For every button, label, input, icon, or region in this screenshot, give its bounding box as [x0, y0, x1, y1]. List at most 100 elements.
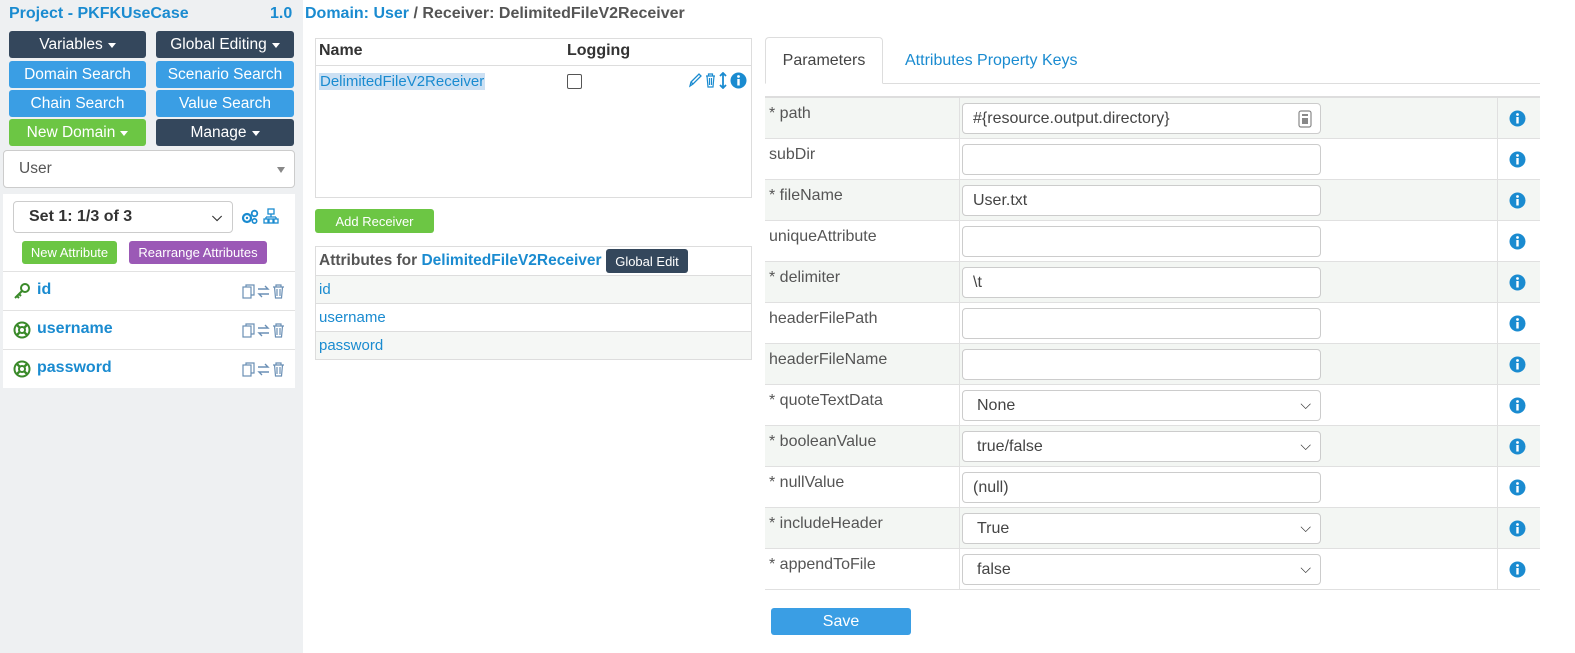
info-icon[interactable] — [730, 72, 747, 89]
param-row-headerfilepath: headerFilePath — [765, 303, 1540, 344]
attribute-row[interactable]: username — [3, 310, 295, 349]
attribute-row[interactable]: password — [3, 349, 295, 388]
info-icon[interactable] — [1509, 561, 1526, 578]
chevron-down-icon: ⌵ — [1300, 560, 1311, 576]
project-version: 1.0 — [270, 5, 293, 22]
attribute-link[interactable]: username — [316, 304, 751, 332]
add-receiver-button[interactable]: Add Receiver — [315, 209, 434, 233]
path-input[interactable]: #{resource.output.directory} — [962, 103, 1321, 134]
logging-checkbox[interactable] — [567, 74, 582, 89]
set-select-value: Set 1: 1/3 of 3 — [29, 208, 133, 225]
tab-parameters[interactable]: Parameters — [765, 37, 883, 84]
lifebuoy-icon — [13, 360, 31, 378]
chevron-down-icon: ⌵ — [1300, 437, 1311, 453]
new-domain-label: New Domain — [26, 123, 116, 141]
gears-icon[interactable] — [241, 209, 259, 225]
param-row-includeheader: * includeHeader True ⌵ — [765, 508, 1540, 549]
booleanvalue-select[interactable]: true/false ⌵ — [962, 431, 1321, 462]
pencil-icon[interactable] — [688, 73, 702, 88]
booleanvalue-value: true/false — [977, 437, 1043, 455]
receiver-name-link[interactable]: DelimitedFileV2Receiver — [319, 73, 486, 90]
info-icon[interactable] — [1509, 151, 1526, 168]
save-button[interactable]: Save — [771, 608, 911, 635]
receiver-actions — [688, 72, 747, 89]
headerfilepath-input[interactable] — [962, 308, 1321, 339]
attribute-name[interactable]: id — [37, 281, 51, 299]
trash-icon[interactable] — [272, 284, 285, 299]
attribute-link[interactable]: password — [316, 332, 751, 360]
info-icon[interactable] — [1509, 397, 1526, 414]
filename-input[interactable]: User.txt — [962, 185, 1321, 216]
receivers-table-header: Name Logging — [316, 39, 751, 66]
sitemap-icon[interactable] — [263, 208, 279, 225]
swap-icon[interactable] — [257, 284, 270, 299]
caret-down-icon — [120, 131, 129, 136]
nullvalue-input[interactable]: (null) — [962, 472, 1321, 503]
info-icon[interactable] — [1509, 520, 1526, 537]
headerfilename-input[interactable] — [962, 349, 1321, 380]
appendtofile-select[interactable]: false ⌵ — [962, 554, 1321, 585]
swap-icon[interactable] — [257, 362, 270, 377]
domain-select[interactable]: User — [3, 150, 295, 188]
caret-down-icon — [271, 43, 280, 48]
copy-icon[interactable] — [242, 362, 255, 377]
set-select[interactable]: Set 1: 1/3 of 3 ⌵ — [13, 201, 233, 233]
rearrange-attributes-button[interactable]: Rearrange Attributes — [129, 241, 267, 264]
info-icon[interactable] — [1509, 438, 1526, 455]
global-edit-button[interactable]: Global Edit — [606, 249, 688, 273]
param-row-filename: * fileName User.txt — [765, 180, 1540, 221]
uniqueattribute-input[interactable] — [962, 226, 1321, 257]
trash-icon[interactable] — [705, 73, 716, 88]
info-icon[interactable] — [1509, 356, 1526, 373]
move-vertical-icon[interactable] — [719, 72, 727, 89]
info-icon[interactable] — [1509, 315, 1526, 332]
attribute-row[interactable]: id — [3, 271, 295, 310]
delimiter-input[interactable]: \t — [962, 267, 1321, 298]
new-attribute-button[interactable]: New Attribute — [22, 241, 117, 264]
copy-icon[interactable] — [242, 284, 255, 299]
info-icon[interactable] — [1509, 233, 1526, 250]
column-header-logging: Logging — [567, 42, 631, 59]
trash-icon[interactable] — [272, 362, 285, 377]
param-row-nullvalue: * nullValue (null) — [765, 467, 1540, 508]
receiver-attributes-table: Attributes for DelimitedFileV2Receiver G… — [315, 246, 752, 360]
global-editing-button[interactable]: Global Editing — [156, 31, 294, 58]
info-icon[interactable] — [1509, 479, 1526, 496]
value-search-button[interactable]: Value Search — [156, 90, 294, 117]
swap-icon[interactable] — [257, 323, 270, 338]
project-title[interactable]: Project - PKFKUseCase — [9, 5, 189, 23]
param-label: uniqueAttribute — [765, 221, 960, 261]
chain-search-button[interactable]: Chain Search — [9, 90, 146, 117]
param-row-delimiter: * delimiter \t — [765, 262, 1540, 303]
info-icon[interactable] — [1509, 110, 1526, 127]
param-label: * appendToFile — [765, 549, 960, 589]
resource-picker-icon[interactable] — [1298, 110, 1312, 128]
subdir-input[interactable] — [962, 144, 1321, 175]
param-row-headerfilename: headerFileName — [765, 344, 1540, 385]
column-header-name: Name — [319, 42, 363, 59]
param-label: * includeHeader — [765, 508, 960, 548]
trash-icon[interactable] — [272, 323, 285, 338]
receiver-attributes-title: Attributes for DelimitedFileV2Receiver — [319, 252, 602, 270]
quotetextdata-select[interactable]: None ⌵ — [962, 390, 1321, 421]
manage-button[interactable]: Manage — [156, 119, 294, 146]
attribute-link[interactable]: id — [316, 276, 751, 304]
tab-attributes-property-keys[interactable]: Attributes Property Keys — [905, 37, 1078, 84]
new-domain-button[interactable]: New Domain — [9, 119, 146, 146]
param-label: * nullValue — [765, 467, 960, 507]
info-icon[interactable] — [1509, 192, 1526, 209]
param-label: headerFileName — [765, 344, 960, 384]
includeheader-select[interactable]: True ⌵ — [962, 513, 1321, 544]
attribute-name[interactable]: username — [37, 320, 113, 338]
attribute-name[interactable]: password — [37, 359, 112, 377]
domain-search-button[interactable]: Domain Search — [9, 61, 146, 88]
param-label: * path — [765, 98, 960, 138]
param-label: subDir — [765, 139, 960, 179]
info-icon[interactable] — [1509, 274, 1526, 291]
scenario-search-button[interactable]: Scenario Search — [156, 61, 294, 88]
appendtofile-value: false — [977, 560, 1011, 578]
copy-icon[interactable] — [242, 323, 255, 338]
param-label: * quoteTextData — [765, 385, 960, 425]
breadcrumb-domain-link[interactable]: Domain: User — [305, 5, 409, 22]
variables-button[interactable]: Variables — [9, 31, 146, 58]
